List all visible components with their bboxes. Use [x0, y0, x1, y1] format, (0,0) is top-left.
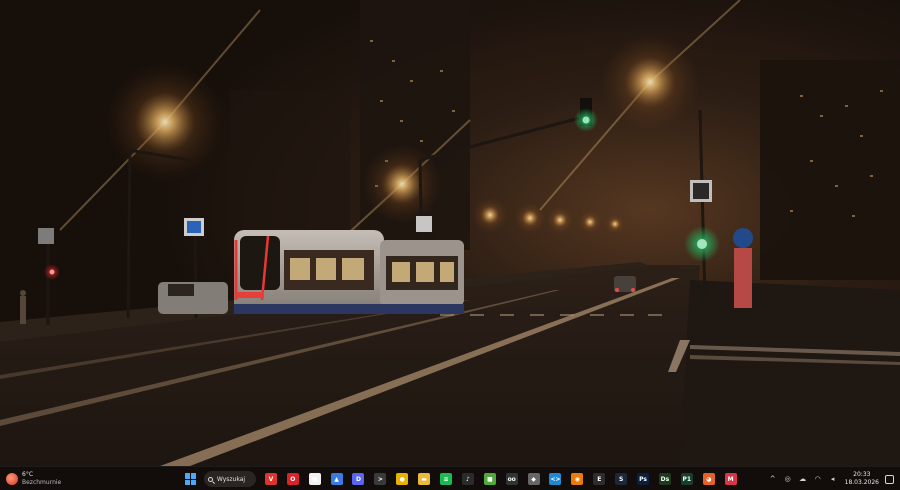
system-tray: ^ ◎ ☁ ◠ ◂ 20:33 18.03.2026 [764, 469, 894, 489]
taskbar-app-minecraft[interactable]: ■ [481, 469, 499, 489]
taskbar-apps: Wyszukaj V O ▦ ▲ D > ● ▬ ≡ ♪ ■ oo ◆ <> ◉ E S Ps Ds P1 ◕ M [182, 469, 743, 489]
vivaldi-icon: V [264, 473, 277, 485]
network-app-icon[interactable]: ◎ [782, 473, 794, 485]
app-red-icon: M [724, 473, 737, 485]
taskbar-app-davinci[interactable]: Ds [656, 469, 674, 489]
taskbar-app-file-explorer[interactable]: ▬ [415, 469, 433, 489]
chrome-icon: ● [396, 473, 409, 485]
photoshop-icon: Ps [637, 473, 650, 485]
weather-temperature: 6°C [22, 471, 34, 478]
spotify-icon: ≡ [440, 473, 453, 485]
file-explorer-icon: ▬ [418, 473, 431, 485]
photos-icon: ▲ [330, 473, 343, 485]
taskbar-app-firefox[interactable]: ◕ [700, 469, 718, 489]
vr-icon: oo [505, 473, 518, 485]
search-label: Wyszukaj [216, 475, 246, 483]
app-cube-icon: ◆ [527, 473, 540, 485]
taskbar: 6°C Bezchmurnie Wyszukaj V O ▦ ▲ D > ● ▬ ≡ ♪ ■ oo ◆ <… [0, 466, 900, 490]
start-button[interactable] [182, 469, 200, 489]
audio-icon: ♪ [461, 473, 474, 485]
taskbar-app-epic-games[interactable]: E [590, 469, 608, 489]
search-icon [207, 476, 213, 482]
taskbar-app-chrome[interactable]: ● [393, 469, 411, 489]
taskbar-app-photoshop[interactable]: Ps [634, 469, 652, 489]
volume-icon[interactable]: ◂ [827, 473, 839, 485]
pycharm-icon: P1 [680, 473, 693, 485]
calendar-icon: ▦ [308, 473, 321, 485]
taskbar-app-terminal[interactable]: > [371, 469, 389, 489]
taskbar-app-pycharm[interactable]: P1 [678, 469, 696, 489]
taskbar-search-box[interactable]: Wyszukaj [203, 471, 256, 487]
taskbar-app-photos[interactable]: ▲ [328, 469, 346, 489]
vscode-icon: <> [549, 473, 562, 485]
epic-games-icon: E [593, 473, 606, 485]
taskbar-app-calendar[interactable]: ▦ [306, 469, 324, 489]
opera-icon: O [286, 473, 299, 485]
weather-text: 6°C Bezchmurnie [22, 471, 61, 487]
blender-icon: ◉ [571, 473, 584, 485]
desktop: 6°C Bezchmurnie Wyszukaj V O ▦ ▲ D > ● ▬ ≡ ♪ ■ oo ◆ <… [0, 0, 900, 490]
taskbar-app-spotify[interactable]: ≡ [437, 469, 455, 489]
minecraft-icon: ■ [483, 473, 496, 485]
taskbar-app-vscode[interactable]: <> [546, 469, 564, 489]
clock-date: 18.03.2026 [844, 479, 879, 486]
chevron-up-icon[interactable]: ^ [767, 473, 779, 485]
cloud-icon[interactable]: ☁ [797, 473, 809, 485]
terminal-icon: > [374, 473, 387, 485]
weather-icon [6, 473, 18, 485]
firefox-icon: ◕ [702, 473, 715, 485]
taskbar-app-blender[interactable]: ◉ [568, 469, 586, 489]
taskbar-app-app-red[interactable]: M [722, 469, 740, 489]
windows-start-icon [185, 473, 197, 485]
discord-icon: D [352, 473, 365, 485]
taskbar-app-steam[interactable]: S [612, 469, 630, 489]
weather-widget[interactable]: 6°C Bezchmurnie [2, 469, 70, 489]
pinned-apps: V O ▦ ▲ D > ● ▬ ≡ ♪ ■ oo ◆ <> ◉ E S Ps Ds P1 ◕ M [262, 469, 744, 489]
notification-bell-icon[interactable] [885, 474, 894, 484]
clock[interactable]: 20:33 18.03.2026 [845, 471, 879, 487]
taskbar-app-vr[interactable]: oo [503, 469, 521, 489]
taskbar-app-vivaldi[interactable]: V [262, 469, 280, 489]
steam-icon: S [615, 473, 628, 485]
taskbar-app-audio[interactable]: ♪ [459, 469, 477, 489]
taskbar-app-opera[interactable]: O [284, 469, 302, 489]
wifi-icon[interactable]: ◠ [812, 473, 824, 485]
weather-condition: Bezchmurnie [22, 479, 62, 486]
davinci-icon: Ds [658, 473, 671, 485]
taskbar-app-app-cube[interactable]: ◆ [525, 469, 543, 489]
taskbar-app-discord[interactable]: D [349, 469, 367, 489]
desktop-wallpaper [0, 0, 900, 466]
clock-time: 20:33 [853, 471, 871, 478]
